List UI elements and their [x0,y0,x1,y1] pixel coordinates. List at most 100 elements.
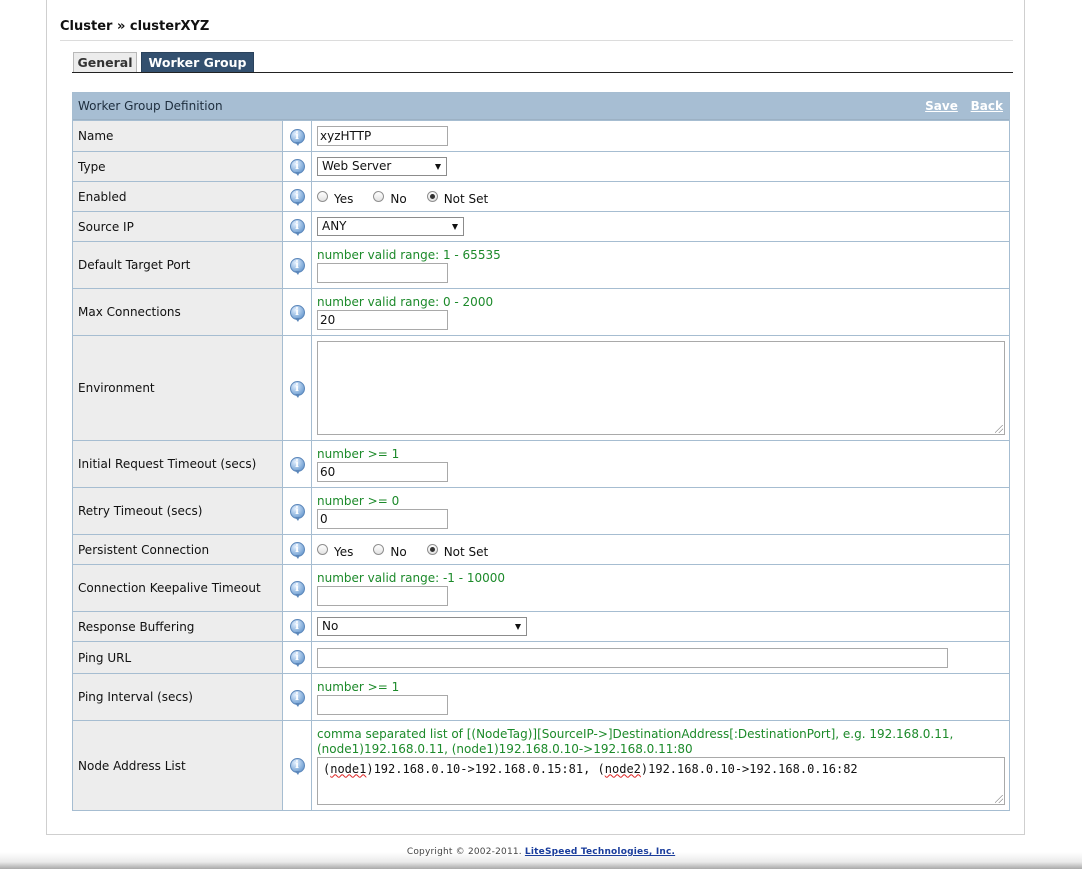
tab-worker-group[interactable]: Worker Group [141,52,254,72]
retry-timeout-label: Retry Timeout (secs) [73,488,283,534]
row-max-connections: Max Connections i number valid range: 0 … [73,288,1009,335]
info-icon[interactable]: i [289,456,305,474]
persistent-connection-label: Persistent Connection [73,535,283,564]
name-label: Name [73,121,283,151]
info-icon[interactable]: i [289,503,305,521]
section-header: Worker Group Definition Save Back [73,93,1009,120]
persistent-yes-radio[interactable]: Yes [317,544,353,559]
company-link[interactable]: LiteSpeed Technologies, Inc. [525,847,675,857]
initial-request-timeout-label: Initial Request Timeout (secs) [73,441,283,487]
info-icon[interactable]: i [289,380,305,398]
type-label: Type [73,152,283,181]
retry-timeout-hint: number >= 0 [317,493,400,508]
radio-button[interactable] [317,191,328,202]
source-ip-label: Source IP [73,212,283,241]
initial-request-timeout-hint: number >= 1 [317,446,400,461]
info-icon[interactable]: i [289,650,305,667]
source-ip-value: ANY [322,219,347,233]
radio-button[interactable] [373,191,385,202]
tab-general[interactable]: General [73,52,137,72]
keepalive-timeout-label: Connection Keepalive Timeout [73,565,283,611]
keepalive-timeout-input[interactable] [317,585,448,606]
tab-divider [72,72,1013,73]
environment-label: Environment [73,336,283,440]
info-icon[interactable]: i [289,580,305,598]
radio-button[interactable] [373,544,385,555]
enabled-no-radio[interactable]: No [373,191,407,206]
page-title: Cluster » clusterXYZ [60,19,210,34]
info-icon[interactable]: i [289,128,305,146]
row-persistent-connection: Persistent Connection i Yes No Not Set [73,534,1009,564]
enabled-yes-radio[interactable]: Yes [317,191,353,206]
ping-interval-hint: number >= 1 [317,679,400,694]
response-buffering-label: Response Buffering [73,612,283,641]
radio-button-selected[interactable] [426,544,438,555]
max-connections-input[interactable] [317,309,448,330]
row-node-address-list: Node Address List i comma separated list… [73,720,1009,810]
row-ping-interval: Ping Interval (secs) i number >= 1 [73,673,1009,720]
section-title: Worker Group Definition [78,99,223,113]
node-address-value: (node1)192.168.0.10->192.168.0.15:81, (n… [323,761,858,776]
environment-textarea[interactable] [317,341,1005,435]
row-source-ip: Source IP i ANY [73,211,1009,241]
back-link[interactable]: Back [971,99,1003,113]
response-buffering-value: No [322,619,339,633]
resize-grip-icon[interactable] [995,794,1003,803]
response-buffering-select[interactable]: No [317,617,527,636]
title-divider [60,40,1013,41]
info-icon[interactable]: i [289,304,305,322]
enabled-notset-radio[interactable]: Not Set [426,191,488,206]
persistent-no-radio[interactable]: No [373,544,407,559]
info-icon[interactable]: i [289,159,305,176]
info-icon[interactable]: i [289,758,305,775]
dropdown-arrow-icon [515,624,521,630]
row-retry-timeout: Retry Timeout (secs) i number >= 0 [73,487,1009,534]
row-name: Name i [73,120,1009,151]
radio-button-selected[interactable] [426,191,438,202]
max-connections-hint: number valid range: 0 - 2000 [317,294,494,309]
type-select[interactable]: Web Server [317,157,447,176]
node-address-hint-line2: (node1)192.168.0.11, (node1)192.168.0.10… [317,741,693,756]
row-keepalive-timeout: Connection Keepalive Timeout i number va… [73,564,1009,611]
info-icon[interactable]: i [289,257,305,275]
type-select-value: Web Server [322,159,392,173]
resize-grip-icon[interactable] [995,425,1003,433]
enabled-label: Enabled [73,182,283,211]
row-default-target-port: Default Target Port i number valid range… [73,241,1009,288]
dropdown-arrow-icon [452,224,458,230]
persistent-notset-radio[interactable]: Not Set [426,544,488,559]
max-connections-label: Max Connections [73,289,283,335]
keepalive-timeout-hint: number valid range: -1 - 10000 [317,570,506,585]
dropdown-arrow-icon [435,164,441,170]
source-ip-select[interactable]: ANY [317,217,464,236]
row-ping-url: Ping URL i [73,641,1009,673]
ping-interval-label: Ping Interval (secs) [73,674,283,720]
default-target-port-hint: number valid range: 1 - 65535 [317,247,501,262]
row-type: Type i Web Server [73,151,1009,181]
node-address-list-label: Node Address List [73,721,283,810]
node-address-hint-line1: comma separated list of [(NodeTag)][Sour… [317,726,954,741]
name-input[interactable] [317,126,448,146]
info-icon[interactable]: i [289,689,305,707]
info-icon[interactable]: i [289,219,305,236]
default-target-port-label: Default Target Port [73,242,283,288]
info-icon[interactable]: i [289,542,305,559]
row-initial-request-timeout: Initial Request Timeout (secs) i number … [73,440,1009,487]
ping-interval-input[interactable] [317,694,448,715]
row-enabled: Enabled i Yes No Not Set [73,181,1009,211]
worker-group-definition-table: Worker Group Definition Save Back Name i… [72,92,1010,811]
info-icon[interactable]: i [289,189,305,206]
retry-timeout-input[interactable] [317,508,448,529]
save-link[interactable]: Save [925,99,958,113]
default-target-port-input[interactable] [317,262,448,283]
row-response-buffering: Response Buffering i No [73,611,1009,641]
copyright-text: Copyright © 2002-2011. [406,847,525,857]
node-address-textarea[interactable]: (node1)192.168.0.10->192.168.0.15:81, (n… [317,756,1005,805]
ping-url-label: Ping URL [73,642,283,673]
row-environment: Environment i [73,335,1009,440]
radio-button[interactable] [317,544,328,555]
info-icon[interactable]: i [289,619,305,636]
ping-url-input[interactable] [317,647,948,668]
footer: Copyright © 2002-2011. LiteSpeed Technol… [0,847,1082,857]
initial-request-timeout-input[interactable] [317,461,448,482]
